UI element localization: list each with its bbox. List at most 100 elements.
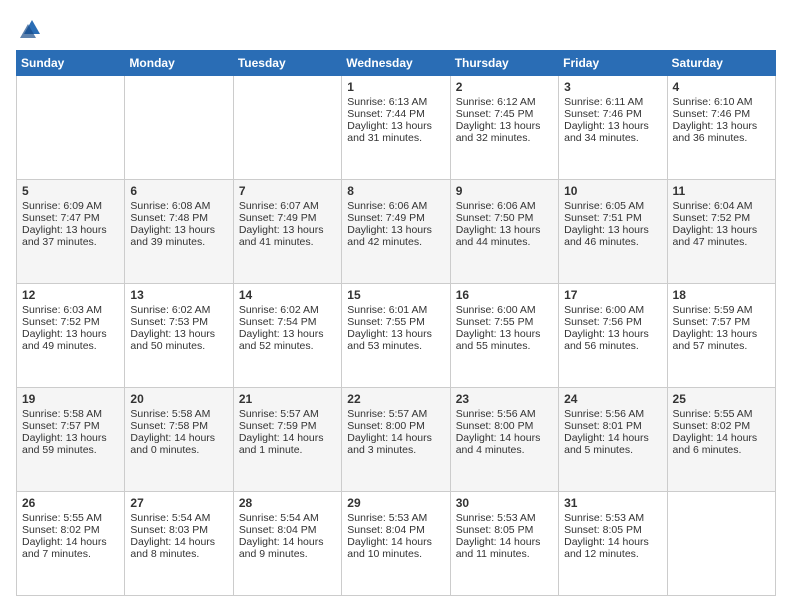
calendar-cell: 28Sunrise: 5:54 AMSunset: 8:04 PMDayligh… (233, 492, 341, 596)
day-number: 7 (239, 184, 336, 198)
cell-content: Sunrise: 5:55 AM (22, 512, 119, 524)
cell-content: Sunset: 7:57 PM (22, 420, 119, 432)
cell-content: Daylight: 14 hours (456, 432, 553, 444)
cell-content: Daylight: 14 hours (564, 432, 661, 444)
cell-content: Daylight: 14 hours (456, 536, 553, 548)
cell-content: and 1 minute. (239, 444, 336, 456)
cell-content: Sunrise: 6:12 AM (456, 96, 553, 108)
day-number: 6 (130, 184, 227, 198)
cell-content: and 9 minutes. (239, 548, 336, 560)
cell-content: Sunset: 7:55 PM (456, 316, 553, 328)
cell-content: Sunset: 7:52 PM (22, 316, 119, 328)
cell-content: and 4 minutes. (456, 444, 553, 456)
cell-content: Sunrise: 6:06 AM (347, 200, 444, 212)
cell-content: Daylight: 14 hours (130, 536, 227, 548)
calendar-cell: 11Sunrise: 6:04 AMSunset: 7:52 PMDayligh… (667, 180, 775, 284)
cell-content: Sunset: 7:46 PM (564, 108, 661, 120)
cell-content: Daylight: 13 hours (564, 224, 661, 236)
cell-content: Daylight: 14 hours (347, 432, 444, 444)
calendar-cell: 4Sunrise: 6:10 AMSunset: 7:46 PMDaylight… (667, 76, 775, 180)
day-number: 19 (22, 392, 119, 406)
cell-content: and 31 minutes. (347, 132, 444, 144)
cell-content: Sunset: 7:48 PM (130, 212, 227, 224)
cell-content: Daylight: 13 hours (673, 328, 770, 340)
cell-content: Daylight: 13 hours (456, 224, 553, 236)
cell-content: Daylight: 14 hours (564, 536, 661, 548)
cell-content: Sunrise: 5:56 AM (564, 408, 661, 420)
day-number: 4 (673, 80, 770, 94)
day-number: 14 (239, 288, 336, 302)
calendar-cell: 30Sunrise: 5:53 AMSunset: 8:05 PMDayligh… (450, 492, 558, 596)
cell-content: Sunset: 8:00 PM (347, 420, 444, 432)
logo-icon (20, 16, 44, 40)
cell-content: Sunrise: 6:09 AM (22, 200, 119, 212)
calendar-header-wednesday: Wednesday (342, 51, 450, 76)
cell-content: Sunrise: 6:00 AM (564, 304, 661, 316)
day-number: 21 (239, 392, 336, 406)
calendar-cell: 14Sunrise: 6:02 AMSunset: 7:54 PMDayligh… (233, 284, 341, 388)
cell-content: and 34 minutes. (564, 132, 661, 144)
cell-content: Sunrise: 6:10 AM (673, 96, 770, 108)
calendar-week-0: 1Sunrise: 6:13 AMSunset: 7:44 PMDaylight… (17, 76, 776, 180)
cell-content: Sunrise: 6:02 AM (130, 304, 227, 316)
cell-content: Sunrise: 5:53 AM (456, 512, 553, 524)
cell-content: Sunrise: 5:57 AM (239, 408, 336, 420)
cell-content: Sunset: 7:58 PM (130, 420, 227, 432)
cell-content: Daylight: 13 hours (347, 120, 444, 132)
cell-content: and 0 minutes. (130, 444, 227, 456)
calendar-cell (667, 492, 775, 596)
cell-content: and 50 minutes. (130, 340, 227, 352)
cell-content: and 7 minutes. (22, 548, 119, 560)
cell-content: and 5 minutes. (564, 444, 661, 456)
cell-content: Daylight: 13 hours (239, 224, 336, 236)
cell-content: Sunrise: 5:58 AM (22, 408, 119, 420)
calendar-cell: 22 Sunrise: 5:57 AMSunset: 8:00 PMDayligh… (342, 388, 450, 492)
calendar-header-thursday: Thursday (450, 51, 558, 76)
header (16, 16, 776, 40)
page: SundayMondayTuesdayWednesdayThursdayFrid… (0, 0, 792, 612)
cell-content: Daylight: 14 hours (130, 432, 227, 444)
calendar-cell: 20Sunrise: 5:58 AMSunset: 7:58 PMDayligh… (125, 388, 233, 492)
calendar-cell: 8Sunrise: 6:06 AMSunset: 7:49 PMDaylight… (342, 180, 450, 284)
day-number: 5 (22, 184, 119, 198)
cell-content: Daylight: 13 hours (239, 328, 336, 340)
cell-content: Sunrise: 6:08 AM (130, 200, 227, 212)
calendar-cell (17, 76, 125, 180)
cell-content: and 59 minutes. (22, 444, 119, 456)
calendar-cell: 27Sunrise: 5:54 AMSunset: 8:03 PMDayligh… (125, 492, 233, 596)
cell-content: and 41 minutes. (239, 236, 336, 248)
cell-content: Sunrise: 6:06 AM (456, 200, 553, 212)
cell-content: Sunrise: 6:00 AM (456, 304, 553, 316)
cell-content: and 32 minutes. (456, 132, 553, 144)
cell-content: and 55 minutes. (456, 340, 553, 352)
calendar-header-monday: Monday (125, 51, 233, 76)
day-number: 23 (456, 392, 553, 406)
calendar-cell: 24Sunrise: 5:56 AMSunset: 8:01 PMDayligh… (559, 388, 667, 492)
cell-content: Daylight: 13 hours (22, 432, 119, 444)
cell-content: and 6 minutes. (673, 444, 770, 456)
calendar-cell: 23Sunrise: 5:56 AMSunset: 8:00 PMDayligh… (450, 388, 558, 492)
calendar-cell: 31Sunrise: 5:53 AMSunset: 8:05 PMDayligh… (559, 492, 667, 596)
cell-content: Sunrise: 6:03 AM (22, 304, 119, 316)
cell-content: Sunrise: 5:57 AM (347, 408, 444, 420)
cell-content: Sunset: 7:52 PM (673, 212, 770, 224)
cell-content: Sunset: 7:57 PM (673, 316, 770, 328)
cell-content: Sunrise: 5:53 AM (564, 512, 661, 524)
cell-content: Sunrise: 6:01 AM (347, 304, 444, 316)
cell-content: Sunset: 7:45 PM (456, 108, 553, 120)
cell-content: and 39 minutes. (130, 236, 227, 248)
cell-content: Daylight: 13 hours (673, 120, 770, 132)
calendar-cell: 15Sunrise: 6:01 AMSunset: 7:55 PMDayligh… (342, 284, 450, 388)
cell-content: Sunrise: 5:59 AM (673, 304, 770, 316)
cell-content: Daylight: 13 hours (673, 224, 770, 236)
calendar-cell: 5Sunrise: 6:09 AMSunset: 7:47 PMDaylight… (17, 180, 125, 284)
day-number: 2 (456, 80, 553, 94)
calendar-cell: 17Sunrise: 6:00 AMSunset: 7:56 PMDayligh… (559, 284, 667, 388)
cell-content: Sunset: 7:44 PM (347, 108, 444, 120)
calendar-cell: 18Sunrise: 5:59 AMSunset: 7:57 PMDayligh… (667, 284, 775, 388)
day-number: 22 (347, 392, 444, 406)
cell-content: Daylight: 13 hours (347, 224, 444, 236)
cell-content: Sunset: 8:02 PM (673, 420, 770, 432)
cell-content: Daylight: 14 hours (673, 432, 770, 444)
cell-content: and 49 minutes. (22, 340, 119, 352)
